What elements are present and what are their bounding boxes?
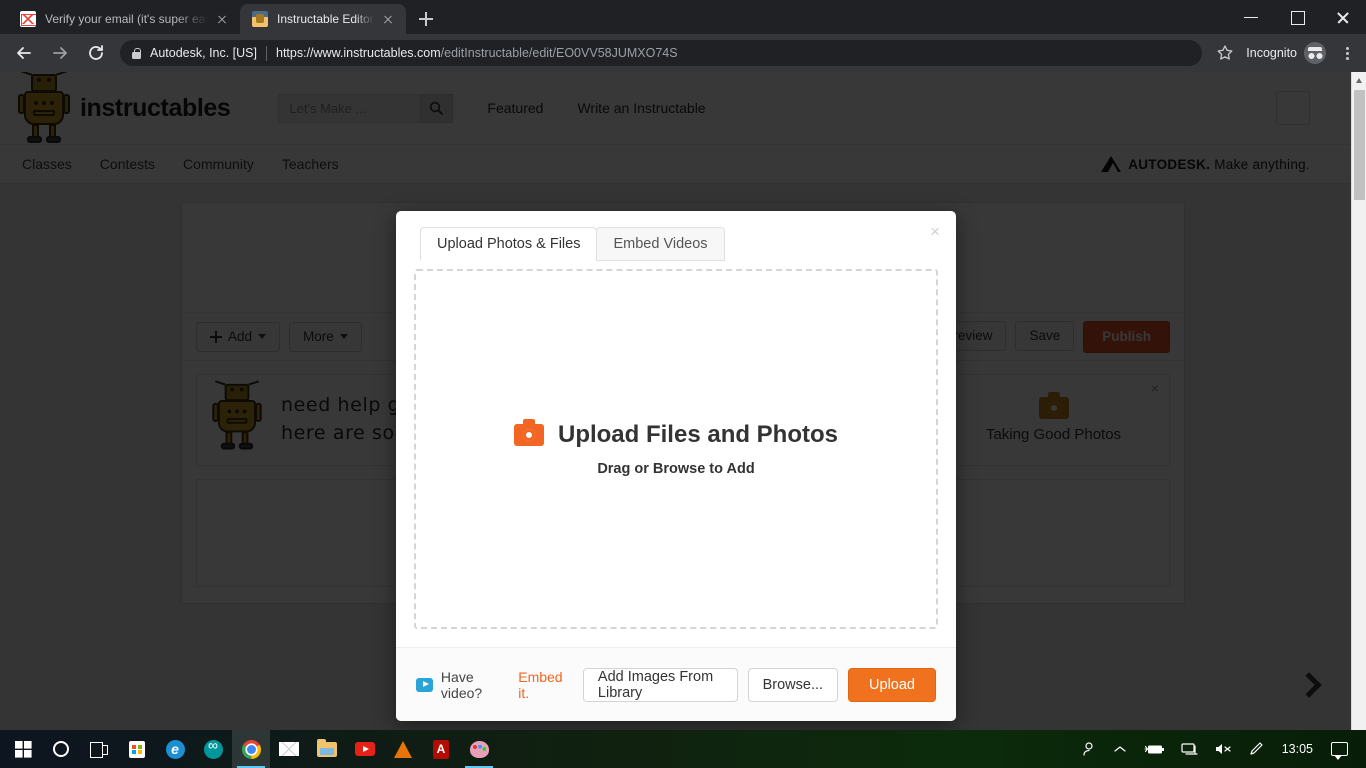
chevron-up-icon[interactable] bbox=[1105, 730, 1135, 768]
modal-close-icon[interactable]: × bbox=[930, 223, 940, 240]
add-images-from-library-button[interactable]: Add Images From Library bbox=[582, 667, 738, 702]
browser-toolbar: Autodesk, Inc. [US] https://www.instruct… bbox=[0, 34, 1366, 72]
modal-footer: Have video? Embed it. Add Images From Li… bbox=[396, 647, 956, 721]
notification-icon[interactable] bbox=[1323, 730, 1356, 768]
modal-footer-actions: Add Images From Library Browse... Upload bbox=[582, 667, 936, 702]
vlc-icon[interactable] bbox=[384, 730, 422, 768]
close-icon[interactable] bbox=[1320, 0, 1366, 34]
address-bar[interactable]: Autodesk, Inc. [US] https://www.instruct… bbox=[120, 40, 1203, 66]
browser-tab-gmail[interactable]: Verify your email (it's super easy) bbox=[8, 4, 240, 34]
have-video-label: Have video? bbox=[440, 668, 483, 701]
incognito-profile-button[interactable]: Incognito bbox=[1238, 42, 1334, 64]
page-viewport: instructables Let's Make ... Featured Wr… bbox=[0, 72, 1366, 768]
omnibox-divider bbox=[266, 45, 267, 61]
upload-modal: Upload Photos & Files Embed Videos × Upl… bbox=[396, 211, 956, 721]
dropzone-title-row: Upload Files and Photos bbox=[513, 419, 839, 449]
minimize-icon[interactable] bbox=[1228, 0, 1274, 34]
task-view-icon[interactable] bbox=[80, 730, 118, 768]
window-controls bbox=[1228, 0, 1366, 34]
instructables-icon bbox=[252, 11, 268, 27]
file-explorer-icon[interactable] bbox=[308, 730, 346, 768]
chrome-icon[interactable] bbox=[232, 730, 270, 768]
tab-close-icon[interactable] bbox=[380, 11, 396, 27]
url-text: https://www.instructables.com/editInstru… bbox=[276, 46, 678, 60]
file-dropzone[interactable]: Upload Files and Photos Drag or Browse t… bbox=[414, 269, 938, 629]
browser-window: Verify your email (it's super easy) Inst… bbox=[0, 0, 1366, 768]
incognito-label: Incognito bbox=[1246, 46, 1297, 60]
new-tab-button[interactable] bbox=[412, 5, 440, 33]
youtube-icon[interactable] bbox=[346, 730, 384, 768]
url-path: /editInstructable/edit/EO0VV58JUMXO74S bbox=[440, 46, 678, 60]
volume-muted-icon[interactable] bbox=[1206, 730, 1240, 768]
reload-icon[interactable] bbox=[81, 38, 111, 68]
battery-icon[interactable] bbox=[1135, 730, 1173, 768]
people-icon[interactable] bbox=[1073, 730, 1105, 768]
adobe-reader-icon[interactable]: A bbox=[422, 730, 460, 768]
camera-icon bbox=[513, 419, 544, 446]
incognito-icon bbox=[1304, 42, 1326, 64]
embed-it-link[interactable]: Embed it. bbox=[518, 669, 571, 701]
arduino-icon[interactable] bbox=[194, 730, 232, 768]
pen-icon[interactable] bbox=[1240, 730, 1272, 768]
video-play-icon bbox=[416, 677, 433, 692]
mail-icon[interactable] bbox=[270, 730, 308, 768]
edge-icon[interactable]: e bbox=[156, 730, 194, 768]
network-icon[interactable] bbox=[1173, 730, 1206, 768]
url-host: https://www.instructables.com bbox=[276, 46, 441, 60]
maximize-icon[interactable] bbox=[1274, 0, 1320, 34]
bookmark-star-icon[interactable] bbox=[1212, 40, 1238, 66]
start-icon[interactable] bbox=[4, 730, 42, 768]
dropzone-subtitle: Drag or Browse to Add bbox=[597, 461, 755, 477]
upload-button[interactable]: Upload bbox=[848, 667, 936, 702]
browser-tab-strip: Verify your email (it's super easy) Inst… bbox=[0, 0, 1366, 34]
modal-body: Upload Files and Photos Drag or Browse t… bbox=[396, 261, 956, 647]
microsoft-store-icon[interactable] bbox=[118, 730, 156, 768]
tab-close-icon[interactable] bbox=[214, 11, 230, 27]
back-icon[interactable] bbox=[9, 38, 39, 68]
forward-icon[interactable] bbox=[45, 38, 75, 68]
browser-tab-instructable-editor[interactable]: Instructable Editor bbox=[240, 4, 406, 34]
cortana-icon[interactable] bbox=[42, 730, 80, 768]
lock-icon bbox=[132, 47, 141, 59]
tab-upload-photos-and-files[interactable]: Upload Photos & Files bbox=[420, 227, 598, 261]
gmail-icon bbox=[20, 11, 36, 27]
dropzone-title: Upload Files and Photos bbox=[557, 421, 839, 448]
taskbar-clock[interactable]: 13:05 bbox=[1272, 742, 1323, 756]
system-tray: 13:05 bbox=[1073, 730, 1362, 768]
have-video-note: Have video? Embed it. bbox=[416, 669, 571, 701]
tab-title: Verify your email (it's super easy) bbox=[45, 12, 208, 26]
browse-button[interactable]: Browse... bbox=[747, 667, 839, 702]
windows-taskbar: e A 13:05 bbox=[0, 730, 1366, 768]
kebab-menu-icon[interactable] bbox=[1334, 38, 1360, 68]
security-organization: Autodesk, Inc. [US] bbox=[150, 46, 257, 60]
modal-tab-bar: Upload Photos & Files Embed Videos × bbox=[396, 211, 956, 261]
tab-title: Instructable Editor bbox=[277, 12, 374, 26]
tab-embed-videos[interactable]: Embed Videos bbox=[596, 227, 725, 261]
paint-icon[interactable] bbox=[460, 730, 498, 768]
